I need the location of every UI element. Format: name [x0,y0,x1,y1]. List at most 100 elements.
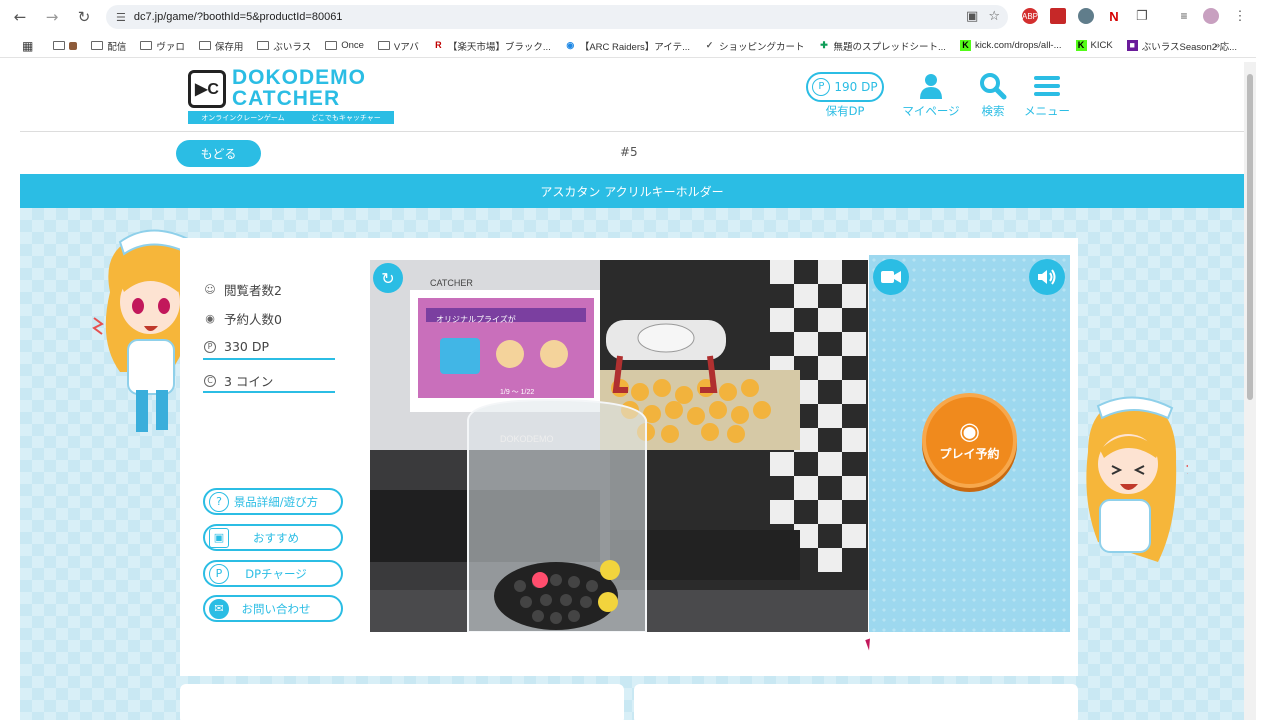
bookmarks-bar: ▦ 配信 ヴァロ 保存用 ぶいラス Once Vアバ R 【楽天市場】ブラック..… [0,34,1280,58]
bookmark-folder[interactable]: Once [325,40,364,51]
bookmark-star-icon[interactable]: ☆ [988,9,1000,24]
reservation-count: ◉ 予約人数0 [205,312,282,327]
stream-poster-brand: CATCHER [430,278,473,288]
gift-icon: ▣ [209,527,229,548]
hamburger-menu-icon [1034,76,1060,96]
kebab-menu-icon[interactable]: ⋮ [1232,8,1248,24]
bookmark-folder[interactable]: ぶいラス [257,39,311,53]
search-link[interactable]: 検索 [976,72,1010,119]
back-arrow-icon[interactable]: ← [8,5,32,29]
folder-icon [325,41,338,50]
bookmark-link[interactable]: ✚ 無題のスプレッドシート... [819,39,946,53]
dp-label: 保有DP [825,104,865,118]
stream-machine-brand: DOKODEMO [500,434,554,444]
rakuten-favicon: R [435,40,442,50]
stream-poster-date: 1/9 ～ 1/22 [500,389,534,396]
bookmark-link[interactable]: Kkick.com/drops/all-... [959,40,1062,51]
contact-button[interactable]: ✉ お問い合わせ [203,595,343,622]
bookmark-link[interactable]: K KICK [1075,40,1113,51]
folder-icon [198,41,211,50]
camera-switch-button[interactable] [873,259,909,295]
bookmark-folder[interactable] [53,41,78,50]
bottom-left-card [180,684,624,720]
bookmark-link[interactable]: ✓ ショッピングカート [704,39,805,53]
booth-number: #5 [620,145,638,159]
browser-toolbar: ← → ↻ ☰ dc7.jp/game/?boothId=5&productId… [0,0,1280,34]
forward-arrow-icon[interactable]: → [40,5,64,29]
kick-favicon: K [959,40,971,51]
mypage-link[interactable]: マイページ [898,72,964,119]
page-scrollbar[interactable] [1244,62,1256,720]
red-extension-icon[interactable] [1050,8,1066,24]
logo-subtitle: オンラインクレーンゲーム どこでもキャッチャー [188,111,394,124]
video-camera-icon [881,271,901,283]
more-bookmarks-icon[interactable]: » [1215,40,1220,51]
dp-charge-button[interactable]: P DPチャージ [203,560,343,587]
menu-label: メニュー [1024,104,1070,118]
install-app-icon[interactable]: ▣ [966,9,978,24]
menu-link[interactable]: メニュー [1020,72,1074,119]
scrollbar-thumb[interactable] [1247,74,1253,400]
search-icon [980,73,1007,100]
play-reserve-button[interactable]: ◉ プレイ予約 [922,393,1017,488]
media-control-icon[interactable]: ≡ [1176,8,1192,24]
viewer-count: ☺ 閲覧者数2 [204,283,282,298]
product-title: アスカタン アクリルキーホルダー [540,184,724,199]
back-button[interactable]: もどる [176,140,261,167]
apps-grid-icon[interactable]: ▦ [22,39,33,53]
rotate-camera-button[interactable]: ↻ [373,263,403,293]
site-info-icon[interactable]: ☰ [116,11,126,24]
eye-icon: ◉ [205,312,215,325]
coin-icon: C [204,374,216,387]
details-button[interactable]: ? 景品詳細/遊び方 [203,488,343,515]
n-extension-icon[interactable]: N [1106,8,1122,24]
window-edge [1256,34,1280,720]
claw-icon: ◉ [959,417,980,445]
product-title-bar: アスカタン アクリルキーホルダー [20,174,1244,208]
reload-icon[interactable]: ↻ [72,5,96,29]
divider [203,358,335,360]
globe-extension-icon[interactable] [1078,8,1094,24]
sheets-favicon: ✚ [820,40,828,50]
folder-icon [91,41,104,50]
dp-balance[interactable]: P 190 DP 保有DP [806,72,884,119]
site-favicon: ■ [1126,40,1138,51]
folder-icon [377,41,390,50]
divider [203,391,335,393]
chat-icon: ✉ [209,598,229,619]
extensions-puzzle-icon[interactable]: ❐ [1134,8,1150,24]
mypage-label: マイページ [902,104,960,118]
user-icon [920,74,942,99]
kick-favicon: K [1075,40,1087,51]
search-label: 検索 [981,104,1005,118]
bookmark-folder[interactable]: Vアバ [377,39,419,53]
bookmark-link[interactable]: ■ ぶいラスSeason2 応... [1126,39,1237,53]
mascot-right-illustration [1086,396,1188,562]
game-card: ☺ 閲覧者数2 ◉ 予約人数0 P 330 DP C3 コイン ? 景品詳細/遊び方 ▣… [180,238,1078,676]
bookmark-folder[interactable]: ヴァロ [140,39,185,53]
bookmark-folder[interactable]: 配信 [91,39,126,53]
site-favicon: ◉ [566,40,575,50]
stream-poster-text: オリジナルプライズが [436,314,516,324]
profile-avatar[interactable] [1203,8,1219,24]
dp-cost: P 330 DP [204,339,269,354]
logo-line2: CATCHER [232,87,341,110]
camera-stream: CATCHER オリジナルプライズが 1/9 ～ 1/22 DOKODEMO ↻ [370,260,868,632]
address-bar[interactable]: ☰ dc7.jp/game/?boothId=5&productId=80061… [106,5,1008,29]
point-icon: P [209,563,229,584]
coin-cost: C3 コイン [204,371,273,390]
cart-favicon: ✓ [705,40,714,50]
control-panel: ◉ プレイ予約 [869,255,1070,632]
dp-pill: P 190 DP [806,72,884,102]
bookmark-link[interactable]: ◉ 【ARC Raiders】アイテ... [565,39,690,53]
sound-toggle-button[interactable] [1029,259,1065,295]
dokodemo-catcher-logo[interactable]: ▶C DOKODEMO CATCHER オンラインクレーンゲーム どこでもキャッ… [188,66,394,126]
bookmark-folder[interactable]: 保存用 [198,39,243,53]
bookmark-link[interactable]: R 【楽天市場】ブラック... [433,39,551,53]
page-content: ▶C DOKODEMO CATCHER オンラインクレーンゲーム どこでもキャッ… [20,62,1244,720]
recommend-button[interactable]: ▣ おすすめ [203,524,343,551]
adblock-extension-icon[interactable]: ABP [1022,8,1038,24]
logo-mark-icon: ▶C [188,70,226,108]
bottom-right-card [634,684,1078,720]
question-icon: ? [209,491,229,512]
